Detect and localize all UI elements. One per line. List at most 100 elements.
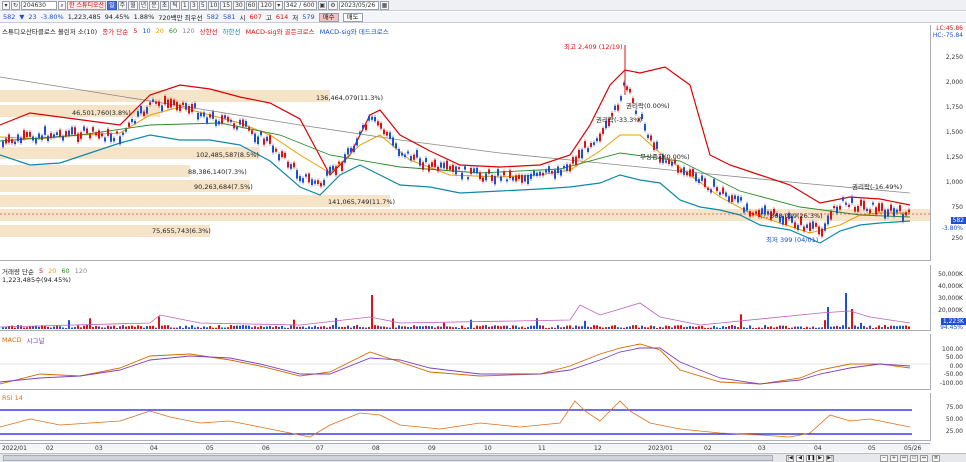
volume-bar (5, 327, 7, 329)
volume-chart[interactable]: 거래량 단순 5 20 60 120 1,223,485수(94.45%) (0, 265, 930, 331)
zoom-in-icon[interactable]: + (890, 455, 898, 462)
candle (191, 103, 193, 113)
candle (251, 130, 253, 134)
macd-chart[interactable]: MACD 시그널 (0, 334, 930, 390)
volume-bar (461, 325, 463, 329)
candle (185, 103, 187, 110)
sell-button[interactable]: 매도 (342, 12, 363, 22)
volume-bar (791, 327, 793, 329)
interval-120[interactable]: 120 (258, 0, 274, 10)
stock-name[interactable]: 한 스튜디오산 (67, 0, 107, 10)
price-chart[interactable]: 스튜디오산타클로스 볼린저 소(10) 종가 단순 5 10 20 60 120… (0, 25, 930, 261)
reset-icon[interactable]: ▭ (910, 455, 918, 462)
stock-code-input[interactable]: 204630 (21, 0, 58, 10)
candle (671, 161, 673, 166)
interval-15[interactable]: 15 (220, 0, 233, 10)
period-week-button[interactable]: 주 (117, 0, 128, 10)
rsi-chart[interactable]: RSI 14 (0, 393, 930, 441)
candle (458, 167, 460, 170)
interval-10[interactable]: 10 (207, 0, 220, 10)
volume-bar (437, 326, 439, 329)
first-page-icon[interactable]: |◀ (786, 455, 794, 462)
turnover: 1.88% (133, 13, 155, 21)
candle (41, 135, 43, 140)
next-icon[interactable]: ▶ (816, 455, 824, 462)
chart-scrollbar[interactable]: |◀ ◀ ❚❚ ▶ ▶| − + ↔ ▭ ⇔ ≡ (0, 453, 966, 462)
period-tick-button[interactable]: 틱 (170, 0, 180, 10)
volume-bar (206, 327, 208, 329)
volume-bar (185, 325, 187, 329)
candle (245, 121, 247, 127)
volume-bar (161, 325, 163, 329)
zoom-out-icon[interactable]: − (880, 455, 888, 462)
candle (563, 165, 565, 169)
chevron-down-icon[interactable]: ▾ (274, 0, 283, 10)
volume-bar (92, 327, 94, 329)
axis-tick: 100.00 (942, 346, 963, 353)
volume-bar (698, 326, 700, 329)
annotation-3: 102,485,587(8.5%) (196, 151, 259, 159)
volume-bar (557, 325, 559, 329)
low-price: 579 (302, 13, 315, 21)
candle (137, 111, 139, 117)
interval-5[interactable]: 5 (198, 0, 207, 10)
candle (677, 165, 679, 173)
candle (548, 166, 550, 173)
interval-60[interactable]: 60 (245, 0, 258, 10)
buy-button[interactable]: 매수 (318, 12, 339, 22)
axis-tick: 2,000 (945, 79, 963, 86)
x-tick: 11 (538, 445, 546, 452)
refresh-icon[interactable]: ↻ (11, 0, 21, 10)
expand-icon[interactable]: ≡ (932, 455, 940, 462)
link-icon[interactable]: ⇔ (920, 455, 928, 462)
interval-3[interactable]: 3 (189, 0, 198, 10)
volume-bar (629, 326, 631, 329)
calendar-icon[interactable]: ▦ (379, 0, 390, 10)
period-year-button[interactable]: 년 (138, 0, 149, 10)
volume-bar (692, 326, 694, 329)
pause-icon[interactable]: ❚❚ (806, 455, 815, 462)
candle (227, 116, 229, 122)
volume-bar (149, 325, 151, 329)
period-sec-button[interactable]: 초 (159, 0, 170, 10)
candle (809, 222, 811, 232)
volume-bar (449, 326, 451, 329)
candle (200, 112, 202, 117)
volume-bar (125, 326, 127, 329)
volume-bar (566, 325, 568, 329)
volume-bar (605, 327, 607, 329)
count-field[interactable]: 342 / 600 (283, 0, 317, 10)
interval-30[interactable]: 30 (233, 0, 245, 10)
candle (302, 178, 304, 183)
scrollbar-thumb[interactable] (3, 455, 773, 461)
prev-icon[interactable]: ◀ (796, 455, 804, 462)
interval-1[interactable]: 1 (180, 0, 189, 10)
volume-bar (383, 326, 385, 329)
candle (500, 176, 502, 181)
volume: 1,223,485 (67, 13, 101, 21)
axis-tick: -100.00 (939, 380, 963, 387)
last-page-icon[interactable]: ▶| (826, 455, 834, 462)
volume-bar (131, 325, 133, 329)
period-min-button[interactable]: 분 (149, 0, 159, 10)
volume-bar (530, 325, 532, 329)
fit-icon[interactable]: ↔ (900, 455, 908, 462)
search-icon[interactable]: ⌕ (58, 0, 67, 10)
volume-bar (173, 327, 175, 329)
settings-icon[interactable]: ⚙ (328, 0, 338, 10)
legend-ma5: 5 (133, 27, 138, 35)
period-month-button[interactable]: 월 (128, 0, 138, 10)
menu-icon[interactable]: ▾ (2, 0, 10, 10)
volume-bar (815, 327, 817, 329)
best-label: 720백만 최우선 (158, 14, 203, 22)
period-day-button[interactable]: 일 (107, 0, 117, 10)
lock-icon[interactable]: ▣ (317, 0, 328, 10)
volume-bar (587, 326, 589, 329)
volume-bar (659, 326, 661, 329)
volume-bar (113, 325, 115, 329)
date-field[interactable]: 2023/05/26 (338, 0, 379, 10)
candle (314, 180, 316, 184)
volume-bar (707, 327, 709, 329)
volume-bar (875, 327, 877, 329)
candle (14, 141, 16, 145)
